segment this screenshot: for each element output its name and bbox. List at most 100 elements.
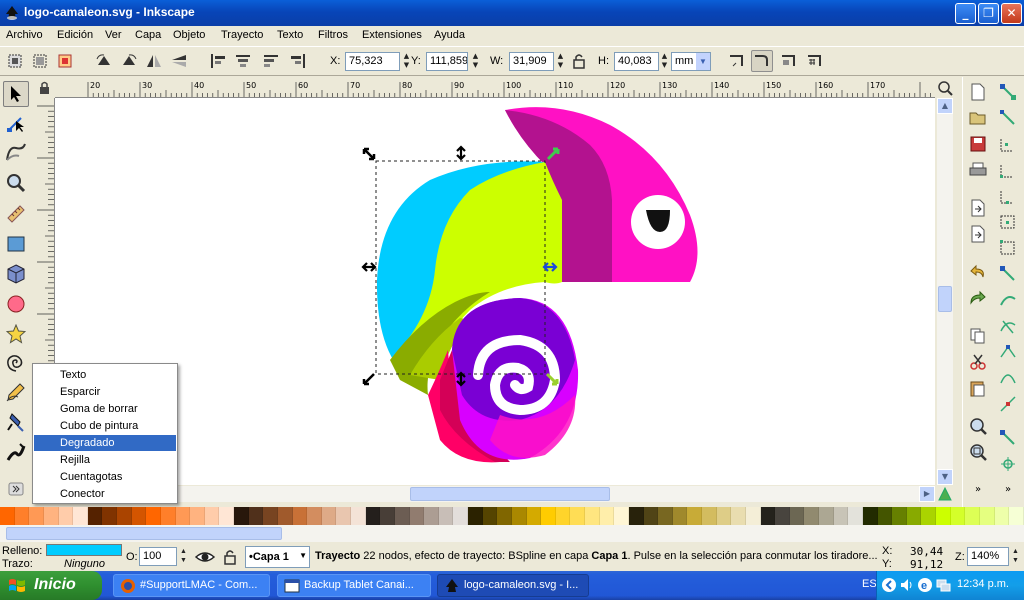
menu-item-cuentagotas[interactable]: Cuentagotas bbox=[34, 469, 176, 485]
raise-to-top-icon[interactable] bbox=[207, 50, 229, 72]
vertical-scrollbar[interactable]: ▲ ▼ bbox=[937, 98, 953, 485]
menu-edicion[interactable]: Edición bbox=[57, 29, 93, 41]
menu-trayecto[interactable]: Trayecto bbox=[221, 29, 263, 41]
task-inkscape[interactable]: logo-camaleon.svg - I... bbox=[437, 574, 589, 597]
palette-swatch[interactable] bbox=[702, 507, 717, 525]
task-backup[interactable]: Backup Tablet Canai... bbox=[277, 574, 431, 597]
palette-swatch[interactable] bbox=[351, 507, 366, 525]
selector-tool-icon[interactable] bbox=[3, 81, 29, 107]
palette-scrollbar[interactable] bbox=[0, 525, 1024, 542]
palette-swatch[interactable] bbox=[175, 507, 191, 525]
opacity-spinner[interactable]: ▲ ▼ bbox=[178, 547, 189, 566]
layer-select[interactable]: •Capa 1 ▼ bbox=[245, 546, 310, 568]
palette-swatch[interactable] bbox=[248, 507, 264, 525]
palette-swatch[interactable] bbox=[29, 507, 44, 525]
palette-swatch[interactable] bbox=[643, 507, 659, 525]
palette-swatch[interactable] bbox=[1009, 507, 1024, 525]
palette-swatch[interactable] bbox=[43, 507, 59, 525]
redo-icon[interactable] bbox=[967, 287, 989, 309]
palette-swatch[interactable] bbox=[599, 507, 615, 525]
horizontal-ruler[interactable]: 20 30 40 50 60 70 80 90 100 110 120 130 140 150 160 170 bbox=[55, 78, 935, 98]
palette-swatch[interactable] bbox=[921, 507, 936, 525]
menu-item-degradado[interactable]: Degradado bbox=[34, 435, 176, 451]
snap-bbox-midpoint-icon[interactable] bbox=[997, 185, 1019, 207]
copy-icon[interactable] bbox=[967, 325, 989, 347]
move-patterns-icon[interactable] bbox=[804, 50, 826, 72]
snap-nodes-icon[interactable] bbox=[997, 263, 1019, 285]
palette-swatch[interactable] bbox=[204, 507, 220, 525]
deselect-icon[interactable] bbox=[54, 50, 76, 72]
palette-swatch[interactable] bbox=[468, 507, 483, 525]
eye-icon[interactable] bbox=[194, 547, 216, 567]
y-field[interactable]: 111,859 bbox=[426, 52, 468, 71]
palette-swatch[interactable] bbox=[482, 507, 498, 525]
select-all-icon[interactable] bbox=[4, 50, 26, 72]
more-commands-icon[interactable]: » bbox=[967, 481, 989, 497]
palette-swatch[interactable] bbox=[936, 507, 951, 525]
h-field[interactable]: 40,083 bbox=[614, 52, 659, 71]
show-hidden-icons-icon[interactable] bbox=[881, 577, 897, 593]
clock[interactable]: 12:34 p.m. bbox=[957, 578, 1009, 590]
menu-extensiones[interactable]: Extensiones bbox=[362, 29, 422, 41]
palette-scroll-thumb[interactable] bbox=[6, 527, 282, 540]
palette-swatch[interactable] bbox=[892, 507, 907, 525]
language-indicator[interactable]: ES bbox=[862, 578, 877, 590]
zoom-drawing-icon[interactable] bbox=[967, 441, 989, 463]
unit-select[interactable]: mm ▼ bbox=[671, 52, 711, 71]
palette-swatch[interactable] bbox=[117, 507, 132, 525]
palette-swatch[interactable] bbox=[321, 507, 337, 525]
lower-icon[interactable] bbox=[260, 50, 282, 72]
snap-bbox-edge-icon[interactable] bbox=[997, 133, 1019, 155]
maximize-button[interactable]: ❐ bbox=[978, 3, 999, 24]
palette-swatch[interactable] bbox=[775, 507, 790, 525]
flip-vertical-icon[interactable] bbox=[168, 50, 190, 72]
rotate-cw-icon[interactable] bbox=[118, 50, 140, 72]
menu-ayuda[interactable]: Ayuda bbox=[434, 29, 465, 41]
palette-swatch[interactable] bbox=[160, 507, 176, 525]
palette-swatch[interactable] bbox=[745, 507, 761, 525]
palette-swatch[interactable] bbox=[833, 507, 849, 525]
palette-swatch[interactable] bbox=[14, 507, 30, 525]
minimize-button[interactable]: _ bbox=[955, 3, 976, 24]
export-icon[interactable] bbox=[967, 223, 989, 245]
move-gradients-icon[interactable] bbox=[778, 50, 800, 72]
palette-swatch[interactable] bbox=[365, 507, 381, 525]
palette-swatch[interactable] bbox=[614, 507, 629, 525]
palette-swatch[interactable] bbox=[263, 507, 278, 525]
palette-swatch[interactable] bbox=[277, 507, 293, 525]
lock-proportions-icon[interactable] bbox=[568, 50, 590, 72]
snap-bbox-corner-icon[interactable] bbox=[997, 159, 1019, 181]
palette-swatch[interactable] bbox=[409, 507, 425, 525]
rectangle-tool-icon[interactable] bbox=[3, 231, 29, 257]
snap-smooth-icon[interactable] bbox=[997, 367, 1019, 389]
palette-swatch[interactable] bbox=[336, 507, 351, 525]
palette-swatch[interactable] bbox=[848, 507, 863, 525]
palette-swatch[interactable] bbox=[760, 507, 776, 525]
snap-intersection-icon[interactable] bbox=[997, 315, 1019, 337]
stroke-value[interactable]: Ninguno bbox=[64, 558, 105, 570]
palette-swatch[interactable] bbox=[877, 507, 893, 525]
zoom-selection-icon[interactable] bbox=[967, 415, 989, 437]
palette-swatch[interactable] bbox=[950, 507, 966, 525]
palette-swatch[interactable] bbox=[438, 507, 454, 525]
fill-swatch[interactable] bbox=[46, 544, 122, 556]
palette-swatch[interactable] bbox=[804, 507, 819, 525]
palette-swatch[interactable] bbox=[731, 507, 746, 525]
menu-objeto[interactable]: Objeto bbox=[173, 29, 205, 41]
snap-object-center-icon[interactable] bbox=[997, 427, 1019, 449]
menu-item-esparcir[interactable]: Esparcir bbox=[34, 384, 176, 400]
menu-filtros[interactable]: Filtros bbox=[318, 29, 348, 41]
open-folder-icon[interactable] bbox=[967, 107, 989, 129]
ie-icon[interactable]: e bbox=[917, 577, 933, 593]
x-field[interactable]: 75,323 bbox=[345, 52, 400, 71]
palette-swatch[interactable] bbox=[979, 507, 995, 525]
snap-bbox-icon[interactable] bbox=[997, 107, 1019, 129]
palette-swatch[interactable] bbox=[234, 507, 249, 525]
rotate-ccw-icon[interactable] bbox=[93, 50, 115, 72]
palette-swatch[interactable] bbox=[102, 507, 117, 525]
palette-swatch[interactable] bbox=[716, 507, 732, 525]
palette-swatch[interactable] bbox=[526, 507, 542, 525]
snap-midpoint-icon[interactable] bbox=[997, 393, 1019, 415]
palette-swatch[interactable] bbox=[672, 507, 688, 525]
palette-swatch[interactable] bbox=[146, 507, 161, 525]
